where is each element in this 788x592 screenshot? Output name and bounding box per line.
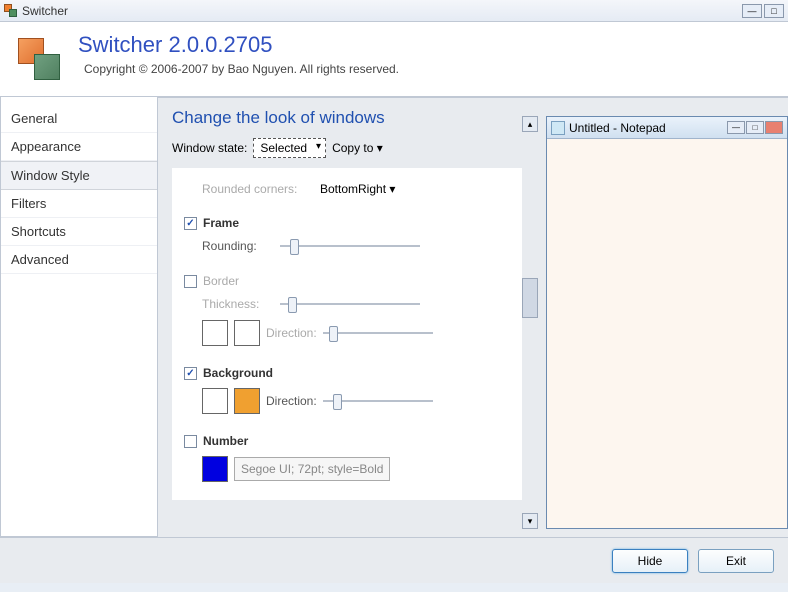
- number-checkbox[interactable]: [184, 435, 197, 448]
- border-color1[interactable]: [202, 320, 228, 346]
- number-font-field[interactable]: Segoe UI; 72pt; style=Bold: [234, 457, 390, 481]
- sidebar-item-shortcuts[interactable]: Shortcuts: [1, 218, 157, 246]
- number-group: Number Segoe UI; 72pt; style=Bold: [172, 426, 522, 494]
- border-group: Border Thickness: Direction:: [172, 266, 522, 358]
- sidebar-item-window-style[interactable]: Window Style: [1, 161, 157, 190]
- hide-button[interactable]: Hide: [612, 549, 688, 573]
- preview-close-icon: [765, 121, 783, 134]
- scroll-down-button[interactable]: ▾: [522, 513, 538, 529]
- window-state-label: Window state:: [172, 141, 247, 155]
- titlebar-text: Switcher: [22, 4, 68, 18]
- rounded-corners-label: Rounded corners:: [202, 182, 312, 196]
- maximize-button[interactable]: □: [764, 4, 784, 18]
- rounded-corners-group: Rounded corners: BottomRight ▾: [172, 174, 522, 208]
- copy-to-menu[interactable]: Copy to ▾: [332, 141, 383, 155]
- thickness-slider[interactable]: [280, 296, 420, 312]
- border-checkbox[interactable]: [184, 275, 197, 288]
- thickness-label: Thickness:: [202, 297, 272, 311]
- exit-button[interactable]: Exit: [698, 549, 774, 573]
- border-direction-slider[interactable]: [323, 325, 433, 341]
- footer: Hide Exit: [0, 537, 788, 583]
- frame-checkbox[interactable]: [184, 217, 197, 230]
- window-controls: — □: [742, 4, 784, 18]
- border-color2[interactable]: [234, 320, 260, 346]
- frame-group: Frame Rounding:: [172, 208, 522, 266]
- background-color1[interactable]: [202, 388, 228, 414]
- sidebar-item-advanced[interactable]: Advanced: [1, 246, 157, 274]
- preview-maximize-icon: □: [746, 121, 764, 134]
- background-label: Background: [203, 366, 273, 380]
- preview-window: Untitled - Notepad — □: [546, 116, 788, 529]
- number-label: Number: [203, 434, 248, 448]
- background-direction-label: Direction:: [266, 394, 317, 408]
- section-title: Change the look of windows: [172, 108, 522, 128]
- main-panel: Change the look of windows Window state:…: [158, 97, 788, 537]
- copyright-text: Copyright © 2006-2007 by Bao Nguyen. All…: [84, 62, 399, 76]
- sidebar-item-appearance[interactable]: Appearance: [1, 133, 157, 161]
- border-direction-label: Direction:: [266, 326, 317, 340]
- number-color[interactable]: [202, 456, 228, 482]
- rounding-label: Rounding:: [202, 239, 272, 253]
- preview-window-title: Untitled - Notepad: [569, 121, 666, 135]
- preview-column: ▴ ▾ Untitled - Notepad — □: [522, 108, 788, 537]
- app-logo-icon: [18, 38, 62, 82]
- background-checkbox[interactable]: [184, 367, 197, 380]
- background-group: Background Direction:: [172, 358, 522, 426]
- scroll-up-button[interactable]: ▴: [522, 116, 538, 132]
- border-label: Border: [203, 274, 239, 288]
- scroll-handle[interactable]: [522, 278, 538, 318]
- background-direction-slider[interactable]: [323, 393, 433, 409]
- sidebar-item-filters[interactable]: Filters: [1, 190, 157, 218]
- sidebar: General Appearance Window Style Filters …: [0, 97, 158, 537]
- notepad-icon: [551, 121, 565, 135]
- app-title: Switcher 2.0.0.2705: [78, 32, 399, 58]
- rounded-corners-value[interactable]: BottomRight ▾: [320, 182, 395, 196]
- rounding-slider[interactable]: [280, 238, 420, 254]
- frame-label: Frame: [203, 216, 239, 230]
- window-state-select[interactable]: Selected: [253, 138, 326, 158]
- preview-minimize-icon: —: [727, 121, 745, 134]
- header: Switcher 2.0.0.2705 Copyright © 2006-200…: [0, 22, 788, 97]
- app-icon: [4, 4, 18, 18]
- titlebar: Switcher — □: [0, 0, 788, 22]
- background-color2[interactable]: [234, 388, 260, 414]
- sidebar-item-general[interactable]: General: [1, 105, 157, 133]
- minimize-button[interactable]: —: [742, 4, 762, 18]
